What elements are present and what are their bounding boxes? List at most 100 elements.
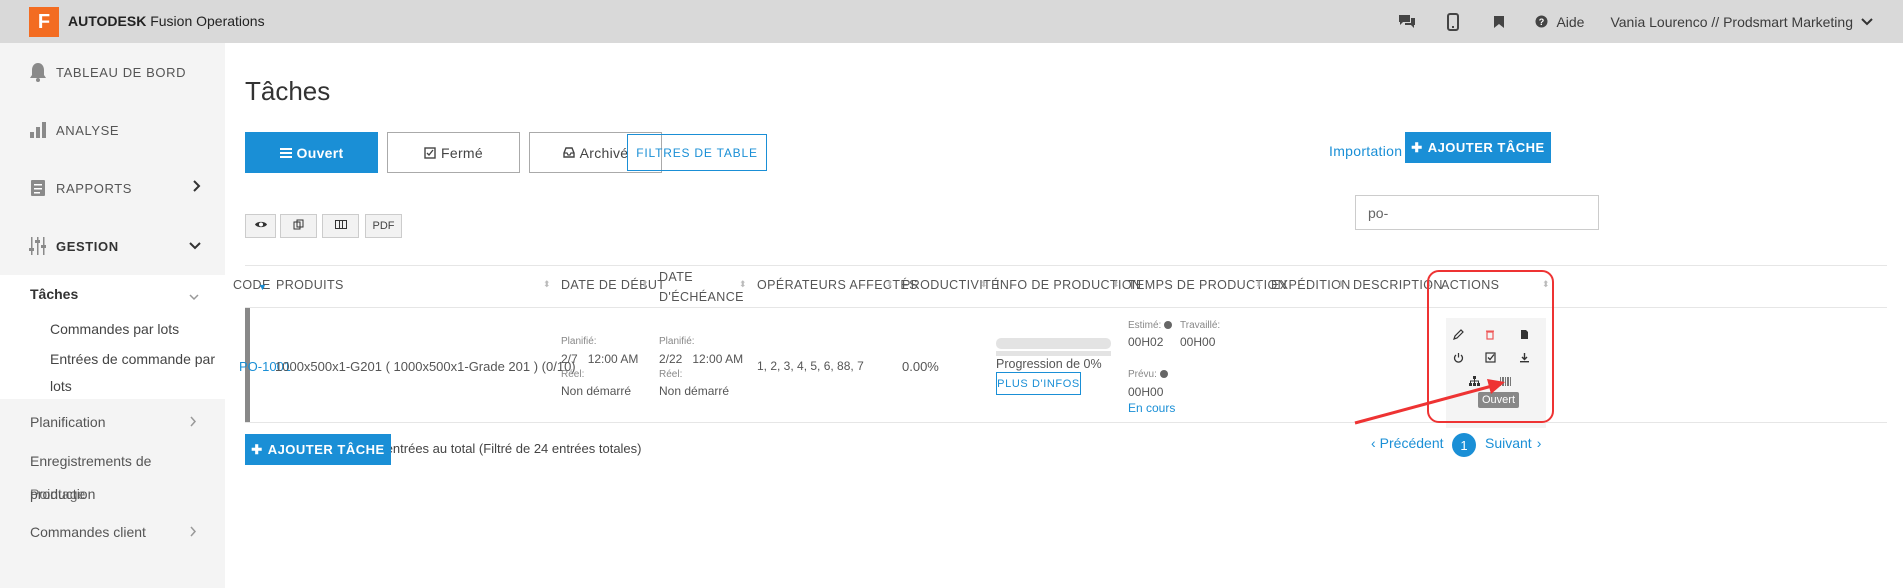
sidebar-item-order-entries[interactable]: Entrées de commande par	[0, 345, 225, 372]
info-icon[interactable]	[1164, 321, 1173, 330]
sort-icon[interactable]: ⬍	[1337, 279, 1345, 290]
start-planned-label-text: Planifié:	[561, 336, 597, 347]
start-real-label-text: Réel:	[561, 369, 585, 380]
sidebar-item-production-records-cont[interactable]: production Pointage	[0, 477, 225, 511]
status-link[interactable]: En cours	[1128, 401, 1175, 415]
chevron-down-icon	[189, 288, 199, 304]
prev-page-link[interactable]: ‹ Précédent	[1371, 435, 1444, 451]
bookmark-icon[interactable]	[1489, 12, 1509, 32]
chat-icon[interactable]	[1397, 12, 1417, 32]
mobile-icon[interactable]	[1443, 12, 1463, 32]
next-page-link[interactable]: Suivant ›	[1485, 435, 1541, 451]
due-planned-date: 2/22	[659, 352, 683, 366]
add-task-label-top: AJOUTER TÂCHE	[1427, 140, 1545, 155]
planned-label-text: Prévu:	[1128, 369, 1157, 380]
list-icon	[279, 147, 292, 158]
sort-icon[interactable]: ⬍	[543, 279, 551, 290]
sidebar-item-dashboard[interactable]: TABLEAU DE BORD	[0, 43, 225, 101]
import-link[interactable]: Importation	[1329, 143, 1402, 159]
tab-open-label: Ouvert	[296, 144, 344, 161]
top-right-menu: ? Aide Vania Lourenco // Prodsmart Marke…	[1397, 0, 1873, 43]
th-production-info[interactable]: INFO DE PRODUCTION	[996, 275, 1141, 295]
due-planned-label: Planifié:	[659, 336, 695, 347]
th-due-date[interactable]: DATE D'ÉCHÉANCE	[659, 267, 744, 307]
estimated-label: Estimé:	[1128, 320, 1173, 331]
info-icon[interactable]	[1159, 370, 1168, 379]
sidebar-label-planning: Planification	[30, 414, 106, 430]
copy-button[interactable]	[280, 214, 317, 238]
search-input[interactable]: po-	[1355, 195, 1599, 230]
table-row-bottom-border	[245, 422, 1887, 423]
productivity-value: 0.00%	[902, 359, 939, 374]
view-toggle-button[interactable]	[245, 214, 276, 238]
start-planned-label: Planifié:	[561, 336, 597, 347]
sidebar-item-batch-orders[interactable]: Commandes par lots	[0, 313, 225, 345]
sort-icon[interactable]: ⬍	[739, 279, 747, 290]
tab-closed[interactable]: Fermé	[387, 132, 520, 173]
tab-open[interactable]: Ouvert	[245, 132, 378, 173]
help-label: Aide	[1556, 13, 1585, 30]
sidebar-item-reports[interactable]: RAPPORTS	[0, 159, 225, 217]
add-task-button-top[interactable]: ✚ AJOUTER TÂCHE	[1405, 132, 1551, 163]
start-planned-value: 2/7 12:00 AM	[561, 352, 638, 366]
tab-archived-label: Archivé	[579, 144, 629, 161]
due-real-label: Réel:	[659, 369, 682, 380]
page-number-button[interactable]: 1	[1452, 433, 1476, 457]
product-cell: 1000x500x1-G201 ( 1000x500x1-Grade 201 )…	[275, 359, 576, 374]
th-operators[interactable]: OPÉRATEURS AFFECTÉS	[757, 275, 918, 295]
sort-icon[interactable]: ⬍	[641, 279, 649, 290]
sort-icon[interactable]: ⬍	[1112, 279, 1120, 290]
sidebar-label-analysis: ANALYSE	[56, 122, 120, 138]
sidebar-item-production-records[interactable]: Enregistrements de	[0, 445, 225, 477]
start-planned-time: 12:00 AM	[587, 352, 639, 366]
sort-icon[interactable]: ⬍	[1255, 279, 1263, 290]
more-info-label: PLUS D'INFOS	[997, 377, 1080, 390]
page-title: Tâches	[245, 76, 331, 106]
sidebar-label-batch-orders: Commandes par lots	[50, 321, 180, 337]
bell-icon	[28, 61, 48, 83]
worked-label-text: Travaillé:	[1180, 320, 1221, 331]
pdf-label: PDF	[372, 220, 395, 232]
due-planned-time: 12:00 AM	[692, 352, 744, 366]
check-square-icon	[424, 146, 436, 159]
fusion-logo[interactable]: F	[29, 7, 59, 37]
chevron-right-icon	[193, 179, 201, 196]
help-link[interactable]: ? Aide	[1535, 14, 1584, 30]
management-submenu: Tâches Commandes par lots Entrées de com…	[0, 275, 225, 399]
sidebar-item-management[interactable]: GESTION	[0, 217, 225, 275]
sidebar-item-analysis[interactable]: ANALYSE	[0, 101, 225, 159]
sort-icon[interactable]: ⬍	[980, 279, 988, 290]
sort-desc-icon[interactable]: ▼	[258, 282, 267, 292]
brand-bold: AUTODESK	[68, 13, 147, 29]
question-icon: ?	[1535, 15, 1548, 28]
pdf-button[interactable]: PDF	[365, 214, 402, 238]
th-production-time[interactable]: TEMPS DE PRODUCTION	[1128, 275, 1287, 295]
table-filters-button[interactable]: FILTRES DE TABLE	[627, 134, 767, 171]
th-products[interactable]: PRODUITS	[276, 275, 344, 295]
worked-value-text: 00H00	[1180, 335, 1216, 349]
sidebar-item-customer-orders[interactable]: Commandes client	[0, 513, 225, 551]
brand-name: AUTODESK Fusion Operations	[68, 13, 265, 29]
columns-button[interactable]	[322, 214, 359, 238]
progress-label: Progression de 0%	[996, 357, 1102, 371]
sidebar-label-order-entries-1: Entrées de commande par	[50, 350, 215, 367]
sidebar-item-planning[interactable]: Planification	[0, 403, 225, 441]
th-start-date-label: DATE DE DÉBUT	[561, 278, 666, 292]
sidebar-item-tasks[interactable]: Tâches	[0, 275, 225, 313]
sidebar: TABLEAU DE BORD ANALYSE RAPPORTS GESTION…	[0, 43, 225, 588]
operators-cell: 1, 2, 3, 4, 5, 6, 88, 7	[757, 359, 864, 373]
more-info-button[interactable]: PLUS D'INFOS	[996, 372, 1081, 395]
progress-label-text: Progression de 0%	[996, 357, 1102, 371]
th-start-date[interactable]: DATE DE DÉBUT	[561, 275, 665, 295]
start-real-label: Réel:	[561, 369, 584, 380]
search-value: po-	[1368, 204, 1389, 221]
sidebar-item-order-entries-cont[interactable]: lots	[0, 372, 225, 399]
user-menu[interactable]: Vania Lourenco // Prodsmart Marketing	[1610, 14, 1873, 30]
planned-value: 00H00	[1128, 385, 1163, 399]
th-production-info-label: INFO DE PRODUCTION	[996, 278, 1142, 292]
user-label: Vania Lourenco // Prodsmart Marketing	[1610, 13, 1853, 30]
planned-label: Prévu:	[1128, 369, 1168, 380]
sort-icon[interactable]: ⬍	[886, 279, 894, 290]
due-real-value: Non démarré	[659, 384, 729, 398]
add-task-button-bottom[interactable]: ✚ AJOUTER TÂCHE	[245, 434, 391, 465]
